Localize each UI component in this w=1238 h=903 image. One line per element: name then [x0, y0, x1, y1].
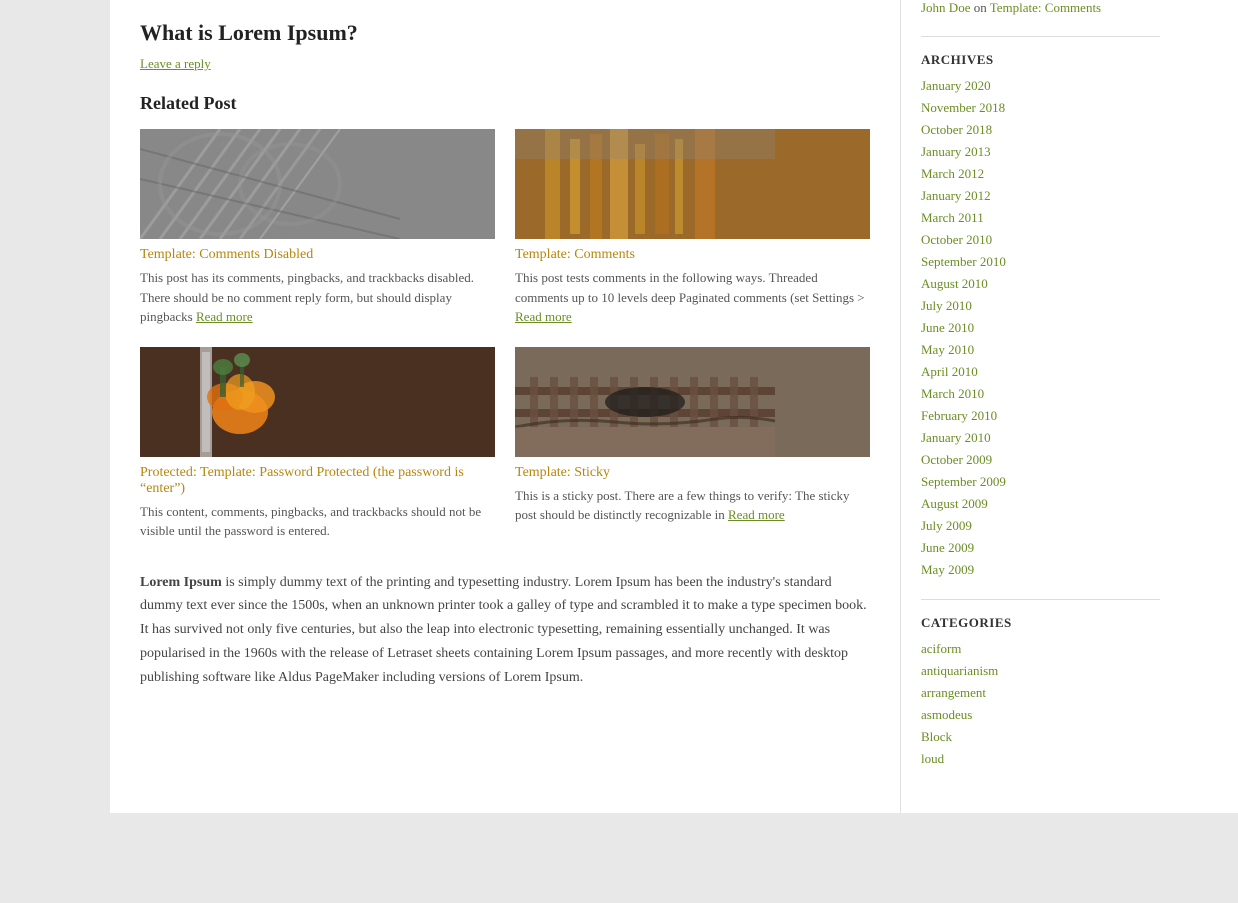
archive-link[interactable]: March 2011 — [921, 210, 984, 225]
archive-link[interactable]: April 2010 — [921, 364, 978, 379]
category-item[interactable]: asmodeus — [921, 707, 1160, 724]
category-link[interactable]: Block — [921, 729, 952, 744]
archive-link[interactable]: May 2010 — [921, 342, 974, 357]
category-link[interactable]: antiquarianism — [921, 663, 998, 678]
related-post-heading: Related Post — [140, 93, 870, 114]
archive-item[interactable]: September 2009 — [921, 474, 1160, 491]
category-link[interactable]: asmodeus — [921, 707, 972, 722]
archive-link[interactable]: June 2010 — [921, 320, 974, 335]
leave-reply[interactable]: Leave a reply — [140, 56, 870, 73]
related-post-desc-1: This post has its comments, pingbacks, a… — [140, 268, 495, 327]
archive-item[interactable]: August 2010 — [921, 276, 1160, 293]
archive-item[interactable]: October 2018 — [921, 122, 1160, 139]
related-post-title-1[interactable]: Template: Comments Disabled — [140, 247, 495, 263]
archive-item[interactable]: May 2009 — [921, 562, 1160, 579]
related-post-title-3[interactable]: Protected: Template: Password Protected … — [140, 465, 495, 497]
archive-item[interactable]: January 2013 — [921, 144, 1160, 161]
related-post-title-2[interactable]: Template: Comments — [515, 247, 870, 263]
archive-item[interactable]: October 2009 — [921, 452, 1160, 469]
archive-link[interactable]: January 2010 — [921, 430, 991, 445]
archive-item[interactable]: May 2010 — [921, 342, 1160, 359]
archive-item[interactable]: July 2010 — [921, 298, 1160, 315]
archive-link[interactable]: January 2013 — [921, 144, 991, 159]
related-post-sticky: Template: Sticky This is a sticky post. … — [515, 347, 870, 541]
archive-item[interactable]: June 2010 — [921, 320, 1160, 337]
categories-list: aciform antiquarianism arrangement asmod… — [921, 641, 1160, 768]
archive-link[interactable]: August 2009 — [921, 496, 988, 511]
archive-item[interactable]: September 2010 — [921, 254, 1160, 271]
comment-post-link[interactable]: Template: Comments — [990, 0, 1101, 15]
page-title: What is Lorem Ipsum? — [140, 20, 870, 46]
category-item[interactable]: arrangement — [921, 685, 1160, 702]
archive-item[interactable]: February 2010 — [921, 408, 1160, 425]
leave-reply-link[interactable]: Leave a reply — [140, 56, 211, 71]
category-item[interactable]: Block — [921, 729, 1160, 746]
related-post-comments-disabled: Template: Comments Disabled This post ha… — [140, 129, 495, 327]
archive-item[interactable]: March 2010 — [921, 386, 1160, 403]
archive-link[interactable]: October 2018 — [921, 122, 992, 137]
comment-author-link[interactable]: John Doe — [921, 0, 970, 15]
archive-link[interactable]: March 2012 — [921, 166, 984, 181]
category-item[interactable]: loud — [921, 751, 1160, 768]
read-more-link-4[interactable]: Read more — [728, 507, 785, 522]
archive-item[interactable]: January 2010 — [921, 430, 1160, 447]
read-more-link-2[interactable]: Read more — [515, 309, 572, 324]
archive-link[interactable]: January 2012 — [921, 188, 991, 203]
archive-link[interactable]: September 2010 — [921, 254, 1006, 269]
archive-link[interactable]: February 2010 — [921, 408, 997, 423]
related-post-desc-4: This is a sticky post. There are a few t… — [515, 486, 870, 525]
related-post-comments: Template: Comments This post tests comme… — [515, 129, 870, 327]
category-link[interactable]: aciform — [921, 641, 961, 656]
archive-link[interactable]: January 2020 — [921, 78, 991, 93]
archive-link[interactable]: November 2018 — [921, 100, 1005, 115]
archive-link[interactable]: October 2009 — [921, 452, 992, 467]
related-post-password-protected: Protected: Template: Password Protected … — [140, 347, 495, 541]
archive-link[interactable]: September 2009 — [921, 474, 1006, 489]
lorem-ipsum-bold: Lorem Ipsum — [140, 575, 222, 590]
category-item[interactable]: antiquarianism — [921, 663, 1160, 680]
category-link[interactable]: arrangement — [921, 685, 986, 700]
category-link[interactable]: loud — [921, 751, 944, 766]
archives-title: ARCHIVES — [921, 36, 1160, 68]
related-post-desc-2: This post tests comments in the followin… — [515, 268, 870, 327]
archive-item[interactable]: October 2010 — [921, 232, 1160, 249]
archive-link[interactable]: March 2010 — [921, 386, 984, 401]
related-post-image-1 — [140, 129, 495, 239]
archive-item[interactable]: August 2009 — [921, 496, 1160, 513]
archives-list: January 2020 November 2018 October 2018 … — [921, 78, 1160, 579]
archive-item[interactable]: January 2020 — [921, 78, 1160, 95]
lorem-paragraph: Lorem Ipsum is simply dummy text of the … — [140, 571, 870, 690]
related-post-desc-3: This content, comments, pingbacks, and t… — [140, 502, 495, 541]
read-more-link-1[interactable]: Read more — [196, 309, 253, 324]
archive-item[interactable]: March 2012 — [921, 166, 1160, 183]
archive-link[interactable]: May 2009 — [921, 562, 974, 577]
categories-title: CATEGORIES — [921, 599, 1160, 631]
related-post-image-2 — [515, 129, 870, 239]
recent-comment-1: John Doe on Template: Comments — [921, 0, 1160, 16]
archive-item[interactable]: January 2012 — [921, 188, 1160, 205]
archive-item[interactable]: April 2010 — [921, 364, 1160, 381]
archive-link[interactable]: July 2010 — [921, 298, 972, 313]
left-sidebar — [0, 0, 110, 813]
archive-item[interactable]: June 2009 — [921, 540, 1160, 557]
lorem-text: is simply dummy text of the printing and… — [140, 575, 867, 685]
right-sidebar: John Doe on Template: Comments ARCHIVES … — [900, 0, 1180, 813]
related-post-title-4[interactable]: Template: Sticky — [515, 465, 870, 481]
main-content: What is Lorem Ipsum? Leave a reply Relat… — [110, 0, 900, 813]
archive-link[interactable]: June 2009 — [921, 540, 974, 555]
related-post-image-4 — [515, 347, 870, 457]
related-post-image-3 — [140, 347, 495, 457]
archive-item[interactable]: July 2009 — [921, 518, 1160, 535]
archive-link[interactable]: July 2009 — [921, 518, 972, 533]
archive-link[interactable]: August 2010 — [921, 276, 988, 291]
archive-link[interactable]: October 2010 — [921, 232, 992, 247]
archive-item[interactable]: November 2018 — [921, 100, 1160, 117]
archive-item[interactable]: March 2011 — [921, 210, 1160, 227]
comment-on-text: on — [974, 0, 990, 15]
related-posts-grid: Template: Comments Disabled This post ha… — [140, 129, 870, 541]
category-item[interactable]: aciform — [921, 641, 1160, 658]
